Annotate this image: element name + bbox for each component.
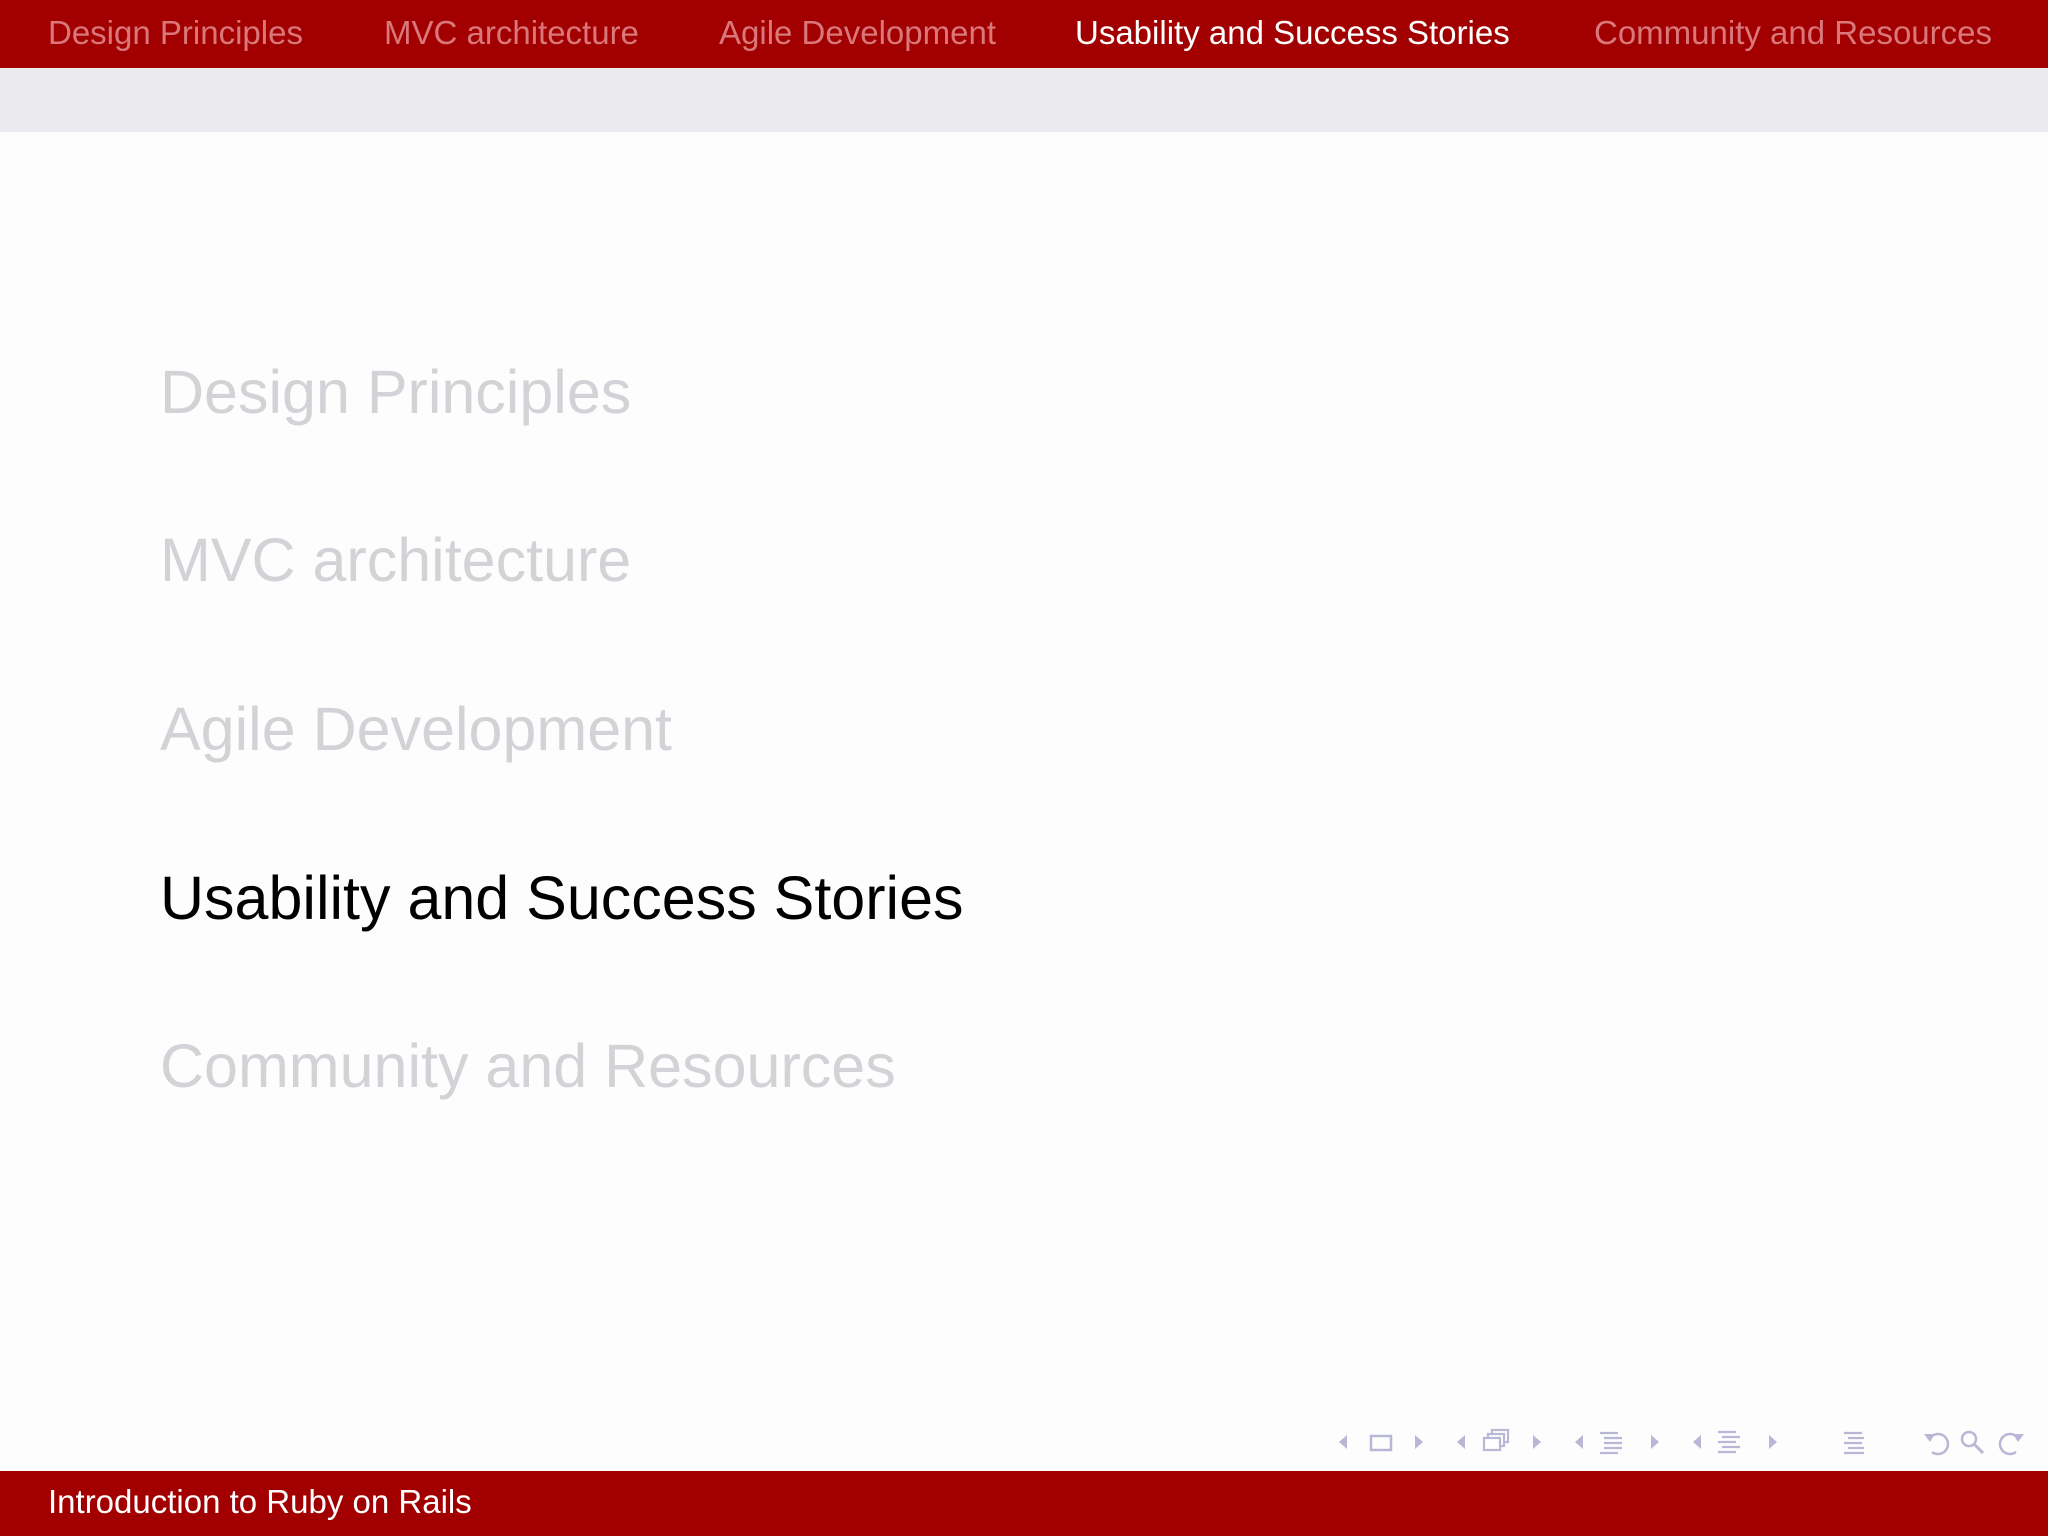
beamer-navigation-symbols [1330, 1424, 2030, 1460]
next-section-icon[interactable] [1648, 1424, 1662, 1460]
prev-subsection-icon[interactable] [1454, 1424, 1468, 1460]
prev-frame-icon[interactable] [1336, 1424, 1350, 1460]
nav-section-community-and-resources[interactable]: Community and Resources [1594, 0, 1992, 66]
section-navigation-bar: Design Principles MVC architecture Agile… [0, 0, 2048, 68]
next-frame-icon[interactable] [1412, 1424, 1426, 1460]
undo-icon[interactable] [1920, 1424, 1954, 1460]
section-icon[interactable] [1596, 1424, 1626, 1460]
toc-item-community-and-resources[interactable]: Community and Resources [160, 1036, 896, 1097]
nav-section-design-principles[interactable]: Design Principles [48, 0, 303, 66]
prev-document-icon[interactable] [1690, 1424, 1704, 1460]
toc-item-design-principles[interactable]: Design Principles [160, 362, 631, 423]
frame-icon[interactable] [1368, 1424, 1394, 1460]
toc-item-mvc-architecture[interactable]: MVC architecture [160, 530, 631, 591]
prev-section-icon[interactable] [1572, 1424, 1586, 1460]
slide: Design Principles MVC architecture Agile… [0, 0, 2048, 1536]
redo-icon[interactable] [1994, 1424, 2028, 1460]
subsection-icon[interactable] [1480, 1424, 1514, 1460]
nav-section-usability-and-success-stories[interactable]: Usability and Success Stories [1075, 0, 1510, 66]
search-icon[interactable] [1958, 1424, 1988, 1460]
toc-item-agile-development[interactable]: Agile Development [160, 699, 672, 760]
nav-section-agile-development[interactable]: Agile Development [719, 0, 996, 66]
toc-icon[interactable] [1840, 1424, 1870, 1460]
presentation-title: Introduction to Ruby on Rails [48, 1483, 472, 1520]
next-document-icon[interactable] [1766, 1424, 1780, 1460]
footer-bar: Introduction to Ruby on Rails [0, 1471, 2048, 1536]
toc-item-usability-and-success-stories[interactable]: Usability and Success Stories [160, 868, 964, 929]
next-subsection-icon[interactable] [1530, 1424, 1544, 1460]
document-icon[interactable] [1714, 1424, 1744, 1460]
subsection-bar [0, 68, 2048, 132]
nav-section-mvc-architecture[interactable]: MVC architecture [384, 0, 639, 66]
